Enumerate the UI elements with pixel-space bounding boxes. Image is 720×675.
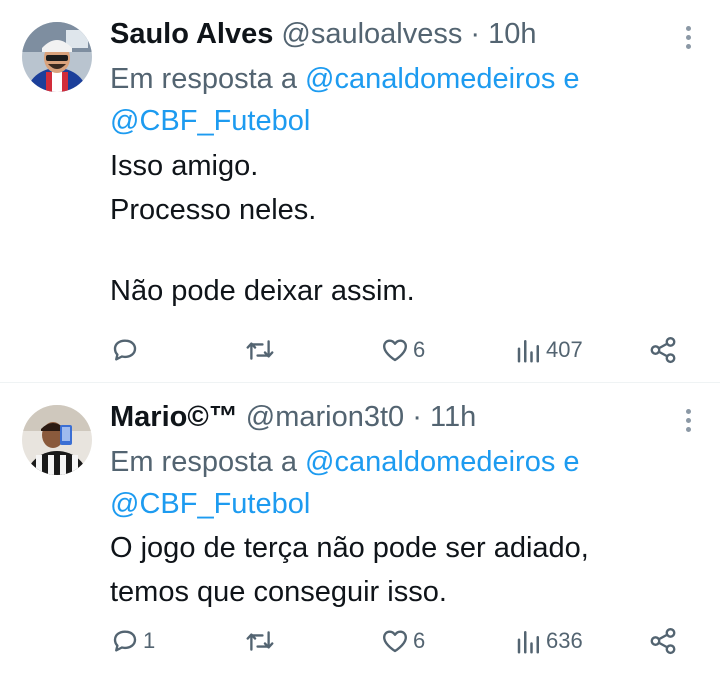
views-icon [517,340,539,363]
like-button[interactable]: 6 [380,623,425,659]
tweet-header: Saulo Alves @sauloalvess · 10h [110,16,537,52]
action-bar: 1 6 636 [0,623,720,659]
tweet[interactable]: Saulo Alves @sauloalvess · 10h Em respos… [0,0,720,382]
reply-prefix: Em resposta a [110,446,297,478]
views-button[interactable]: 407 [515,332,583,368]
mention-link[interactable]: @CBF_Futebol [110,105,310,137]
views-icon [517,631,539,654]
like-count: 6 [413,337,426,362]
retweet-icon [246,631,274,651]
heart-icon [383,339,407,362]
reply-icon [113,339,137,361]
author-name[interactable]: Mario©™ [110,401,238,433]
views-count: 636 [546,628,583,653]
timestamp[interactable]: 11h [430,401,476,433]
author-handle[interactable]: @sauloalvess [281,18,462,50]
author-name[interactable]: Saulo Alves [110,18,273,50]
tweet-text-line: Não pode deixar assim. [110,275,415,307]
reply-conjunction: e [563,63,580,95]
reply-conjunction: e [563,446,580,478]
tweet[interactable]: Mario©™ @marion3t0 · 11h Em resposta a @… [0,383,720,675]
reply-context: Em resposta a @canaldomedeiros e @CBF_Fu… [110,441,700,525]
reply-prefix: Em resposta a [110,63,297,95]
tweet-text-line: Processo neles. [110,194,317,226]
reply-icon [113,630,137,652]
tweet-text-line: temos que conseguir isso. [110,576,447,608]
author-handle[interactable]: @marion3t0 [246,401,404,433]
avatar[interactable] [22,405,92,475]
share-icon [650,627,676,655]
retweet-icon [246,340,274,360]
tweet-text: Isso amigo. Processo neles. Não pode dei… [110,144,700,313]
tweet-header: Mario©™ @marion3t0 · 11h [110,399,476,435]
avatar[interactable] [22,22,92,92]
more-icon[interactable] [686,409,692,433]
reply-count: 1 [143,628,156,653]
reply-context: Em resposta a @canaldomedeiros e @CBF_Fu… [110,58,700,142]
tweet-text-line: O jogo de terça não pode ser adiado, [110,532,589,564]
separator-dot: · [470,18,481,50]
more-icon[interactable] [686,26,692,50]
timestamp[interactable]: 10h [488,18,536,50]
like-count: 6 [413,628,426,653]
action-bar: 6 407 [0,332,720,368]
separator-dot: · [412,401,422,433]
share-button[interactable] [648,623,678,659]
like-button[interactable]: 6 [380,332,425,368]
mention-link[interactable]: @CBF_Futebol [110,488,310,520]
mention-link[interactable]: @canaldomedeiros [305,63,555,95]
heart-icon [383,630,407,653]
share-button[interactable] [648,332,678,368]
tweet-text-line: Isso amigo. [110,150,259,182]
mention-link[interactable]: @canaldomedeiros [305,446,555,478]
reply-button[interactable]: 1 [110,623,155,659]
share-icon [650,336,676,364]
reply-button[interactable] [110,332,143,368]
views-count: 407 [546,337,583,362]
retweet-button[interactable] [244,623,279,659]
retweet-button[interactable] [244,332,279,368]
tweet-text: O jogo de terça não pode ser adiado, tem… [110,526,700,614]
views-button[interactable]: 636 [515,623,583,659]
